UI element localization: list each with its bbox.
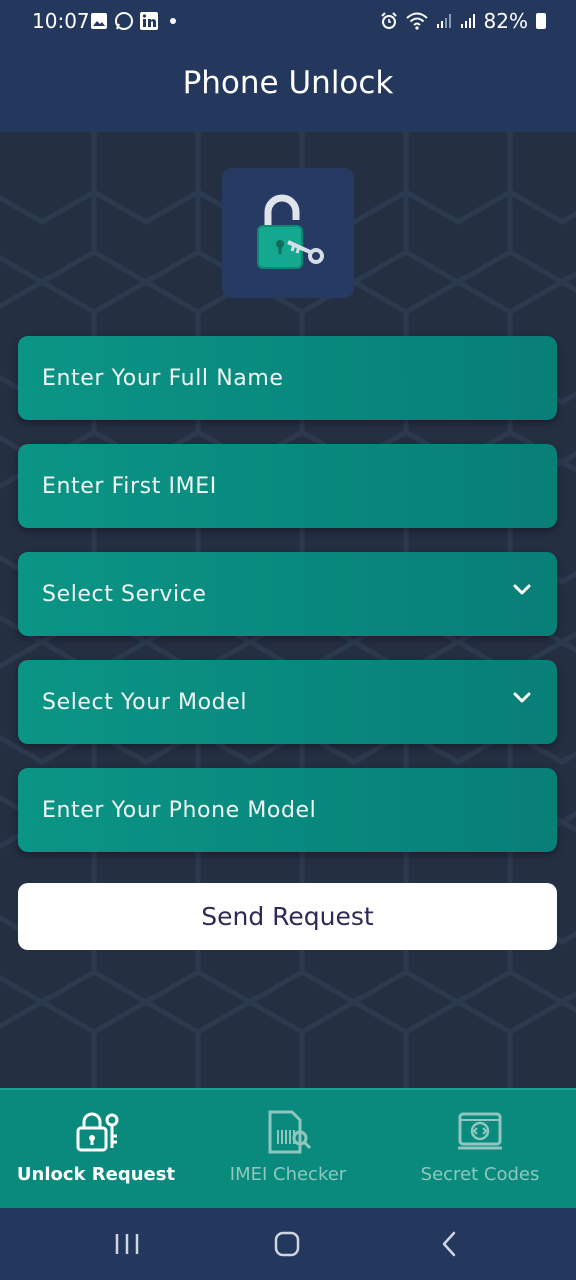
full-name-placeholder: Enter Your Full Name xyxy=(42,365,284,391)
gallery-icon xyxy=(91,13,107,29)
home-icon[interactable] xyxy=(274,1231,300,1257)
signal-icon xyxy=(460,14,475,28)
tab-label: Unlock Request xyxy=(16,1164,176,1185)
unlock-request-icon xyxy=(76,1112,119,1152)
service-placeholder: Select Service xyxy=(42,581,207,607)
tab-unlock-request[interactable]: Unlock Request xyxy=(0,1090,192,1210)
tab-imei-checker[interactable]: IMEI Checker xyxy=(192,1090,384,1210)
wifi-icon xyxy=(405,12,428,30)
tab-label: Secret Codes xyxy=(420,1164,540,1185)
phone-model-placeholder: Enter Your Phone Model xyxy=(42,797,317,823)
select-service-dropdown[interactable]: Select Service xyxy=(18,552,557,636)
imei-input[interactable]: Enter First IMEI xyxy=(18,444,557,528)
imei-placeholder: Enter First IMEI xyxy=(42,473,217,499)
whatsapp-icon xyxy=(115,12,133,30)
app-bar: Phone Unlock xyxy=(0,44,576,132)
main-content: Enter Your Full Name Enter First IMEI Se… xyxy=(0,132,576,1088)
chevron-down-icon xyxy=(513,692,531,703)
send-request-button[interactable]: Send Request xyxy=(18,883,557,950)
page-title: Phone Unlock xyxy=(182,65,394,101)
secret-codes-icon xyxy=(458,1112,502,1150)
full-name-input[interactable]: Enter Your Full Name xyxy=(18,336,557,420)
back-icon[interactable] xyxy=(440,1231,458,1257)
battery-icon xyxy=(536,13,546,29)
imei-checker-icon xyxy=(268,1110,312,1154)
signal-icon xyxy=(436,14,451,28)
alarm-icon xyxy=(380,12,397,29)
select-model-dropdown[interactable]: Select Your Model xyxy=(18,660,557,744)
bottom-nav: Unlock Request IMEI Checker Secret Codes xyxy=(0,1088,576,1210)
system-status: 82% xyxy=(380,9,546,33)
status-time: 10:07 xyxy=(32,9,90,33)
app-logo xyxy=(222,168,354,298)
status-bar: 10:07 82% xyxy=(0,0,576,44)
phone-model-input[interactable]: Enter Your Phone Model xyxy=(18,768,557,852)
chevron-down-icon xyxy=(513,584,531,595)
system-nav-bar xyxy=(0,1208,576,1280)
tab-label: IMEI Checker xyxy=(229,1164,347,1185)
notification-icons xyxy=(90,11,176,31)
padlock-with-key-icon xyxy=(257,194,324,269)
recents-icon[interactable] xyxy=(114,1232,140,1256)
model-placeholder: Select Your Model xyxy=(42,689,248,715)
linkedin-icon xyxy=(140,12,158,30)
tab-secret-codes[interactable]: Secret Codes xyxy=(384,1090,576,1210)
more-notifications-dot xyxy=(170,18,176,24)
battery-percent: 82% xyxy=(483,9,528,33)
